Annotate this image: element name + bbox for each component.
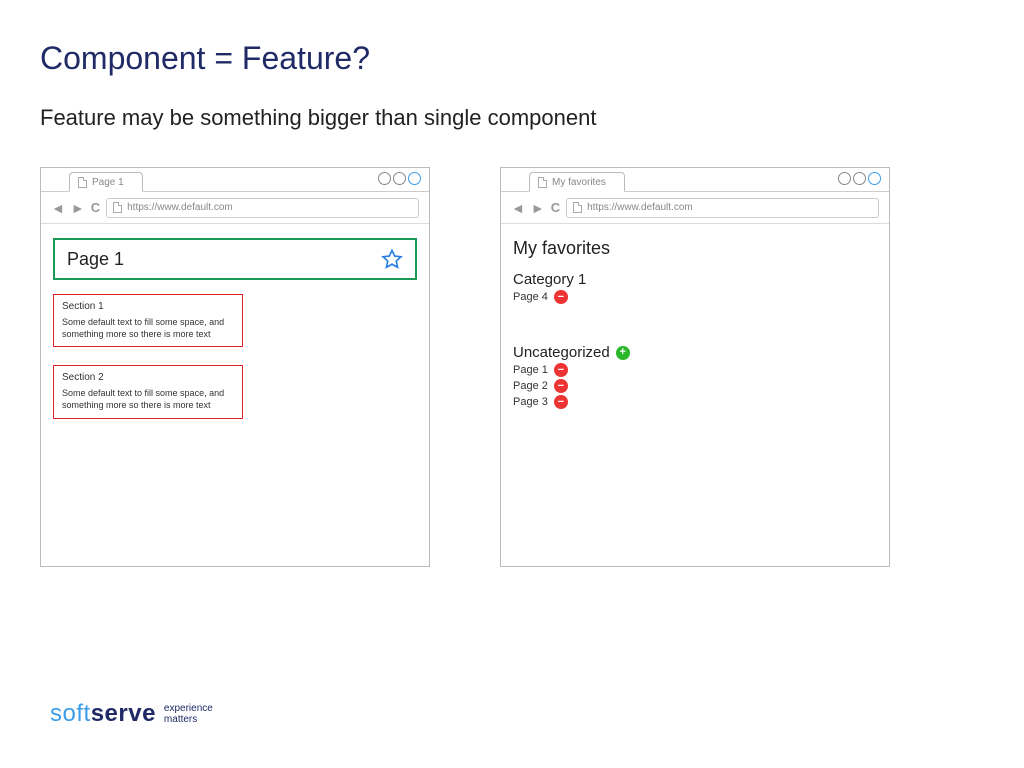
document-icon <box>78 177 87 188</box>
star-icon[interactable] <box>381 248 403 270</box>
window-circle-icon <box>868 172 881 185</box>
category-title: Category 1 <box>513 271 877 288</box>
window-circle-icon <box>838 172 851 185</box>
url-text: https://www.default.com <box>127 202 233 213</box>
mockup-row: Page 1 ◄ ► C https://www.default.com <box>40 167 984 567</box>
forward-icon[interactable]: ► <box>71 200 85 216</box>
favorite-item: Page 4 − <box>513 290 877 304</box>
logo-serve: serve <box>91 700 156 727</box>
favorite-label: Page 3 <box>513 396 548 408</box>
browser-tab[interactable]: My favorites <box>529 172 625 192</box>
back-icon[interactable]: ◄ <box>511 200 525 216</box>
browser-mockup-left: Page 1 ◄ ► C https://www.default.com <box>40 167 430 567</box>
browser-tab[interactable]: Page 1 <box>69 172 143 192</box>
remove-icon[interactable]: − <box>554 290 568 304</box>
section-body: Some default text to fill some space, an… <box>62 387 234 411</box>
page-content: Page 1 Section 1 Some default text to fi… <box>41 224 429 451</box>
document-icon <box>113 202 122 213</box>
document-icon <box>573 202 582 213</box>
back-icon[interactable]: ◄ <box>51 200 65 216</box>
logo-tag-line2: matters <box>164 714 197 725</box>
tab-label: My favorites <box>552 177 606 188</box>
tab-strip: Page 1 <box>41 168 429 192</box>
favorite-label: Page 2 <box>513 380 548 392</box>
logo-soft: soft <box>50 700 91 727</box>
logo-tagline: experience matters <box>164 703 213 725</box>
remove-icon[interactable]: − <box>554 363 568 377</box>
section-body: Some default text to fill some space, an… <box>62 316 234 340</box>
favorites-title: My favorites <box>513 238 877 259</box>
favorite-label: Page 4 <box>513 291 548 303</box>
window-controls[interactable] <box>838 172 881 185</box>
category-name: Category 1 <box>513 271 586 288</box>
favorite-label: Page 1 <box>513 364 548 376</box>
url-bar[interactable]: https://www.default.com <box>566 198 879 218</box>
url-text: https://www.default.com <box>587 202 693 213</box>
browser-toolbar: ◄ ► C https://www.default.com <box>41 192 429 224</box>
page-header-title: Page 1 <box>67 249 124 270</box>
category-name: Uncategorized <box>513 344 610 361</box>
section-title: Section 1 <box>62 301 234 312</box>
slide-subtitle: Feature may be something bigger than sin… <box>40 105 984 131</box>
reload-icon[interactable]: C <box>91 200 100 215</box>
document-icon <box>538 177 547 188</box>
page-content: My favorites Category 1 Page 4 − Uncateg… <box>501 224 889 463</box>
page-header-box: Page 1 <box>53 238 417 280</box>
section-box: Section 1 Some default text to fill some… <box>53 294 243 347</box>
favorite-item: Page 1 − <box>513 363 877 377</box>
reload-icon[interactable]: C <box>551 200 560 215</box>
window-circle-icon <box>378 172 391 185</box>
forward-icon[interactable]: ► <box>531 200 545 216</box>
remove-icon[interactable]: − <box>554 395 568 409</box>
section-box: Section 2 Some default text to fill some… <box>53 365 243 418</box>
category-title: Uncategorized + <box>513 344 877 361</box>
window-circle-icon <box>408 172 421 185</box>
tab-label: Page 1 <box>92 177 124 188</box>
category-block: Uncategorized + Page 1 − Page 2 − Page 3… <box>513 344 877 409</box>
window-circle-icon <box>393 172 406 185</box>
browser-toolbar: ◄ ► C https://www.default.com <box>501 192 889 224</box>
favorite-item: Page 2 − <box>513 379 877 393</box>
browser-mockup-right: My favorites ◄ ► C https://www.default.c… <box>500 167 890 567</box>
section-title: Section 2 <box>62 372 234 383</box>
logo-tag-line1: experience <box>164 703 213 714</box>
remove-icon[interactable]: − <box>554 379 568 393</box>
add-icon[interactable]: + <box>616 346 630 360</box>
slide-title: Component = Feature? <box>40 40 984 77</box>
footer-logo: softserve experience matters <box>50 700 213 728</box>
category-block: Category 1 Page 4 − <box>513 271 877 304</box>
window-circle-icon <box>853 172 866 185</box>
window-controls[interactable] <box>378 172 421 185</box>
url-bar[interactable]: https://www.default.com <box>106 198 419 218</box>
favorite-item: Page 3 − <box>513 395 877 409</box>
tab-strip: My favorites <box>501 168 889 192</box>
